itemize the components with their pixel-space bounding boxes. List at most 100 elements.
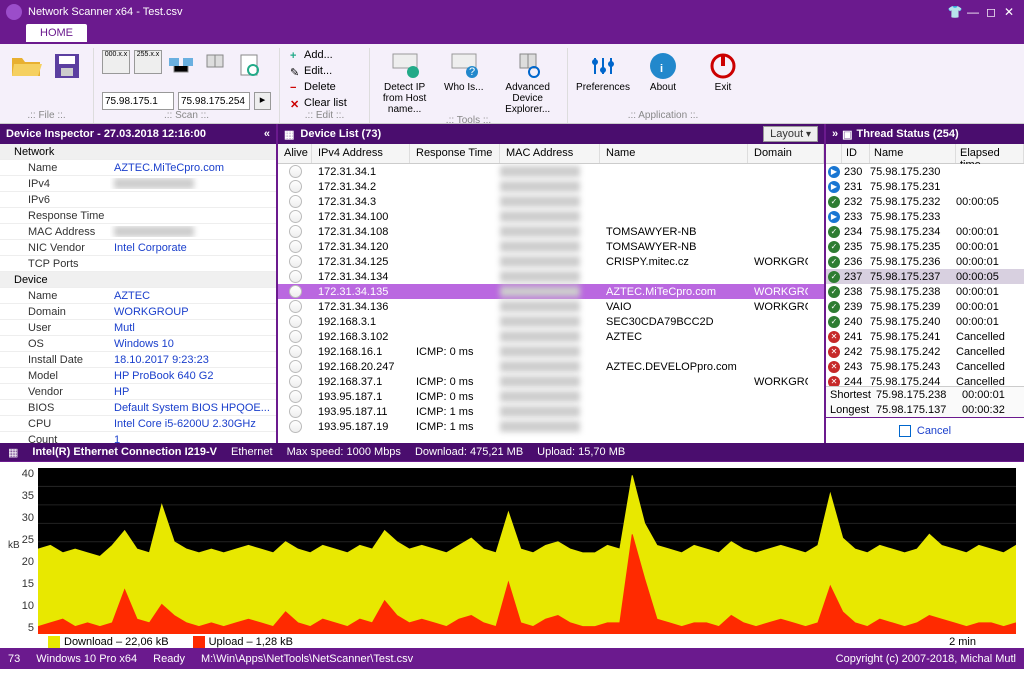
go-scan-button[interactable]: ▸ (254, 92, 271, 110)
status-icon: ✓ (828, 241, 840, 253)
inspector-row[interactable]: UserMutl (0, 320, 276, 336)
inspector-row[interactable]: Network (0, 144, 276, 160)
thread-row[interactable]: ✓ 23975.98.175.23900:00:01 (826, 299, 1024, 314)
inspector-row[interactable]: CPUIntel Core i5-6200U 2.30GHz (0, 416, 276, 432)
minimize-button[interactable]: — (964, 5, 982, 19)
inspector-row[interactable]: Count1 (0, 432, 276, 443)
cancel-button[interactable]: Cancel (826, 417, 1024, 443)
ip-range-icon[interactable]: 255.x.x (134, 50, 162, 74)
inspector-row[interactable]: Response Time (0, 208, 276, 224)
nic-name: Intel(R) Ethernet Connection I219-V (32, 446, 217, 458)
device-row[interactable]: 192.168.20.247 AZTEC.DEVELOPpro.com (278, 359, 824, 374)
close-button[interactable]: ✕ (1000, 5, 1018, 19)
thread-row[interactable]: ✕ 24175.98.175.241Cancelled (826, 329, 1024, 344)
traffic-chart: kB 403530252015105 Download – 22,06 kB U… (0, 461, 1024, 649)
device-row[interactable]: 192.168.3.102 AZTEC (278, 329, 824, 344)
delete-button[interactable]: −Delete (288, 80, 349, 94)
device-row[interactable]: 192.168.3.1 SEC30CDA79BCC2D (278, 314, 824, 329)
inspector-row[interactable]: OSWindows 10 (0, 336, 276, 352)
device-row[interactable]: 172.31.34.3 (278, 194, 824, 209)
inspector-row[interactable]: MAC Address (0, 224, 276, 240)
thread-row[interactable]: ✓ 23775.98.175.23700:00:05 (826, 269, 1024, 284)
clear-list-button[interactable]: ✕Clear list (288, 96, 349, 110)
open-button[interactable] (8, 48, 44, 82)
globe-icon (289, 420, 302, 433)
window-title: Network Scanner x64 - Test.csv (28, 6, 946, 18)
thread-row[interactable]: ▶ 23175.98.175.231 (826, 179, 1024, 194)
globe-icon (289, 210, 302, 223)
status-icon: ✓ (828, 256, 840, 268)
device-row[interactable]: 193.95.187.1ICMP: 0 ms (278, 389, 824, 404)
device-list-header: Alive IPv4 Address Response Time MAC Add… (278, 144, 824, 164)
scan-hosts-button[interactable] (200, 50, 230, 80)
device-row[interactable]: 193.95.187.19ICMP: 1 ms (278, 419, 824, 434)
inspector-row[interactable]: NameAZTEC (0, 288, 276, 304)
layout-button[interactable]: Layout ▾ (763, 126, 818, 142)
device-row[interactable]: 172.31.34.134 (278, 269, 824, 284)
inspector-row[interactable]: ModelHP ProBook 640 G2 (0, 368, 276, 384)
inspector-row[interactable]: IPv4 (0, 176, 276, 192)
edit-button[interactable]: ✎Edit... (288, 64, 349, 78)
ip-from-input[interactable] (102, 92, 174, 110)
inspector-row[interactable]: IPv6 (0, 192, 276, 208)
inspector-row[interactable]: Install Date18.10.2017 9:23:23 (0, 352, 276, 368)
inspector-row[interactable]: NIC VendorIntel Corporate (0, 240, 276, 256)
device-row[interactable]: 172.31.34.2 (278, 179, 824, 194)
inspector-row[interactable]: TCP Ports (0, 256, 276, 272)
inspector-row[interactable]: Device (0, 272, 276, 288)
tab-home[interactable]: HOME (26, 24, 87, 42)
inspector-row[interactable]: NameAZTEC.MiTeCpro.com (0, 160, 276, 176)
device-row[interactable]: 192.168.16.1ICMP: 0 ms (278, 344, 824, 359)
globe-icon (289, 375, 302, 388)
thread-row[interactable]: ✕ 24475.98.175.244Cancelled (826, 374, 1024, 386)
svg-text:?: ? (469, 66, 475, 78)
inspector-row[interactable]: BIOSDefault System BIOS HPQOE... (0, 400, 276, 416)
device-row[interactable]: 172.31.34.100 (278, 209, 824, 224)
thread-row[interactable]: ✓ 23675.98.175.23600:00:01 (826, 254, 1024, 269)
thread-row[interactable]: ▶ 23075.98.175.230 (826, 164, 1024, 179)
thread-row[interactable]: ✓ 23275.98.175.23200:00:05 (826, 194, 1024, 209)
thread-row[interactable]: ▶ 23375.98.175.233 (826, 209, 1024, 224)
ribbon-group-edit: .:: Edit ::. (288, 110, 361, 123)
about-button[interactable]: iAbout (636, 48, 690, 93)
globe-icon (289, 315, 302, 328)
inspector-row[interactable]: VendorHP (0, 384, 276, 400)
inspector-row[interactable]: DomainWORKGROUP (0, 304, 276, 320)
whois-button[interactable]: ?Who Is... (437, 48, 490, 93)
inspector-title: Device Inspector - 27.03.2018 12:16:00 (6, 128, 206, 140)
legend-upload: Upload – 1,28 kB (193, 636, 293, 648)
device-row[interactable]: 193.95.187.11ICMP: 1 ms (278, 404, 824, 419)
status-icon: ✓ (828, 301, 840, 313)
device-row[interactable]: 172.31.34.136 VAIOWORKGRO (278, 299, 824, 314)
thread-row[interactable]: ✕ 24375.98.175.243Cancelled (826, 359, 1024, 374)
inspector-collapse-icon[interactable]: « (264, 128, 270, 140)
exit-button[interactable]: Exit (696, 48, 750, 93)
advanced-explorer-button[interactable]: Advanced Device Explorer... (496, 48, 559, 115)
device-row[interactable]: 172.31.34.135 AZTEC.MiTeCpro.comWORKGRO (278, 284, 824, 299)
device-row[interactable]: 172.31.34.120 TOMSAWYER-NB (278, 239, 824, 254)
thread-row[interactable]: ✓ 23875.98.175.23800:00:01 (826, 284, 1024, 299)
globe-icon (289, 195, 302, 208)
thread-row[interactable]: ✓ 24075.98.175.24000:00:01 (826, 314, 1024, 329)
device-row[interactable]: 192.168.37.1ICMP: 0 ms WORKGRO (278, 374, 824, 389)
detect-ip-button[interactable]: Detect IP from Host name... (378, 48, 431, 115)
ip-chip-icon[interactable]: 000.x.x (102, 50, 130, 74)
thread-status-panel: »▣Thread Status (254) ID Name Elapsed ti… (826, 124, 1024, 443)
thread-row[interactable]: ✓ 23475.98.175.23400:00:01 (826, 224, 1024, 239)
scan-file-button[interactable] (234, 50, 264, 80)
status-icon: ✕ (828, 331, 840, 343)
ip-to-input[interactable] (178, 92, 250, 110)
save-button[interactable] (50, 48, 86, 82)
device-row[interactable]: 172.31.34.1 (278, 164, 824, 179)
svg-text:i: i (660, 63, 663, 75)
scan-network-button[interactable] (166, 50, 196, 80)
preferences-button[interactable]: Preferences (576, 48, 630, 93)
status-bar: 73 Windows 10 Pro x64 Ready M:\Win\Apps\… (0, 649, 1024, 669)
add-button[interactable]: +Add... (288, 48, 349, 62)
device-row[interactable]: 172.31.34.108 TOMSAWYER-NB (278, 224, 824, 239)
device-row[interactable]: 172.31.34.125 CRISPY.mitec.czWORKGRO (278, 254, 824, 269)
thread-row[interactable]: ✓ 23575.98.175.23500:00:01 (826, 239, 1024, 254)
thread-row[interactable]: ✕ 24275.98.175.242Cancelled (826, 344, 1024, 359)
maximize-button[interactable]: ◻ (982, 5, 1000, 19)
shirt-icon[interactable]: 👕 (946, 5, 964, 19)
